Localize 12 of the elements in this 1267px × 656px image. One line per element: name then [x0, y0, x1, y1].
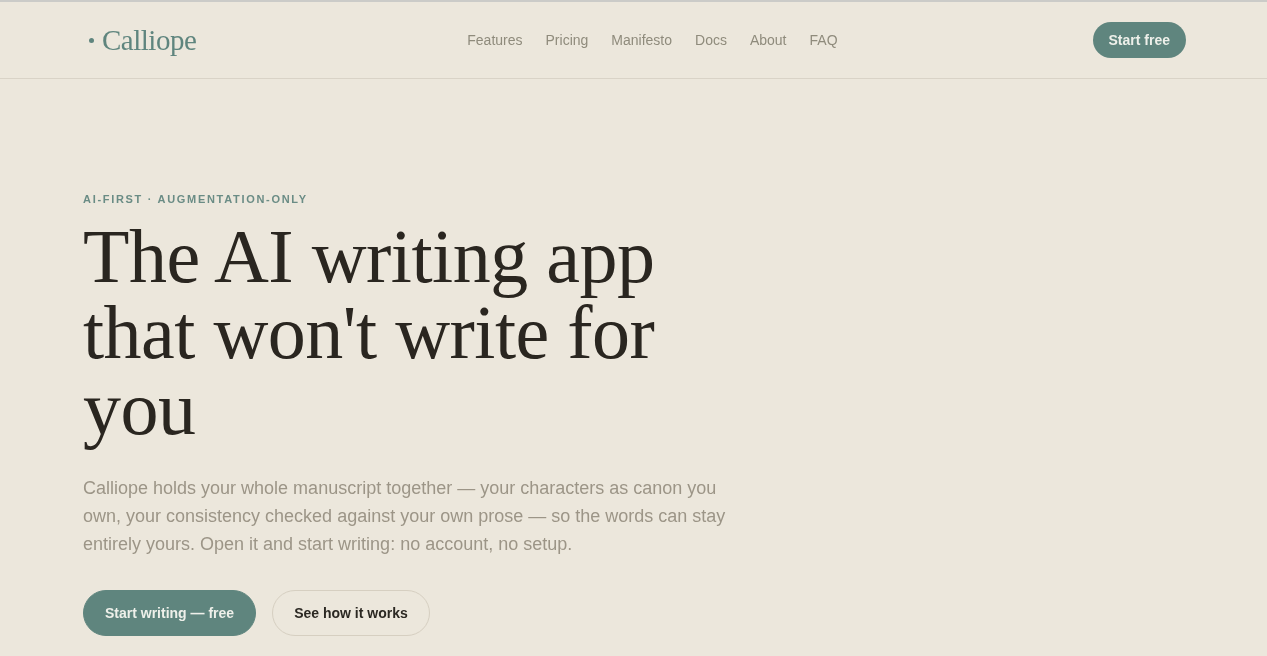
hero-description: Calliope holds your whole manuscript together — your characters as canon you own, your consistency checked against your own prose — so the words can stay entirely yours. Open it and start writing: no account, no setup.: [83, 477, 727, 556]
start-writing-button[interactable]: Start writing — free: [83, 590, 257, 636]
nav-link[interactable]: Docs: [695, 29, 727, 51]
nav-link[interactable]: Manifesto: [611, 29, 672, 51]
start-free-button[interactable]: Start free: [1092, 22, 1186, 58]
nav-link[interactable]: FAQ: [809, 29, 838, 51]
nav-link[interactable]: Features: [467, 29, 523, 51]
logo-link[interactable]: Calliope: [89, 25, 197, 55]
eyebrow-label: AI-FIRST · AUGMENTATION-ONLY: [83, 192, 309, 206]
nav-link[interactable]: About: [749, 29, 787, 51]
nav-link[interactable]: Pricing: [545, 29, 589, 51]
dot-icon: [89, 37, 94, 43]
